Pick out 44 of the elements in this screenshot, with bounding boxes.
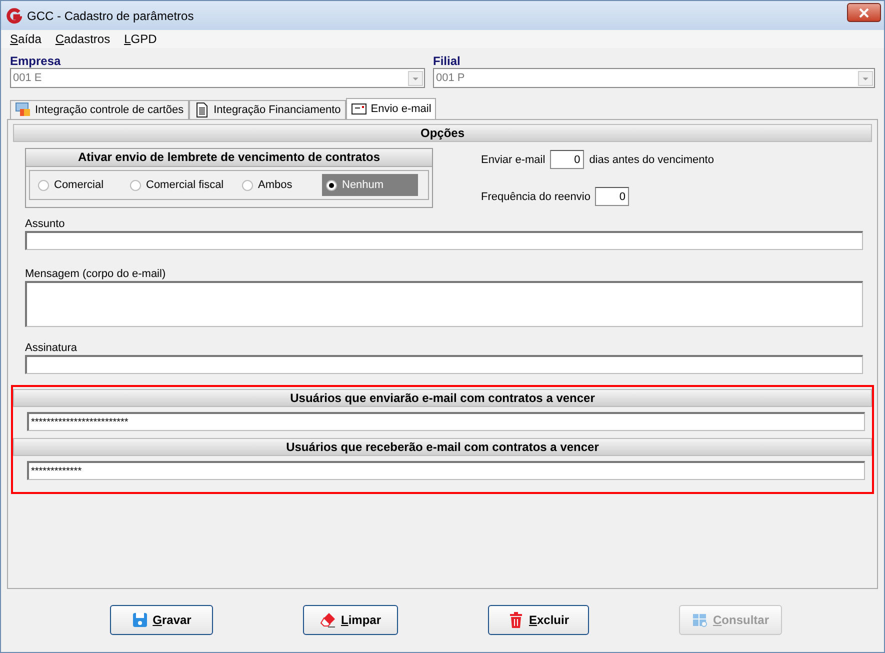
action-button[interactable]: Limpar xyxy=(303,605,398,635)
dropdown[interactable]: 001 P xyxy=(433,68,875,88)
table-search-icon xyxy=(692,612,708,628)
field-label: Filial xyxy=(433,54,462,68)
menu-item[interactable]: Saída xyxy=(10,32,42,46)
cards-icon xyxy=(15,102,31,118)
tab[interactable]: Envio e-mail xyxy=(346,98,436,119)
users-field[interactable]: ************* xyxy=(27,461,865,480)
radio-option[interactable]: Comercial fiscal xyxy=(126,174,238,196)
action-button[interactable]: Excluir xyxy=(488,605,589,635)
field-label: Mensagem (corpo do e-mail) xyxy=(25,268,167,280)
section-header: Usuários que receberão e-mail com contratos a vencer xyxy=(13,438,872,456)
days-field[interactable]: 0 xyxy=(550,150,584,169)
signature-field[interactable] xyxy=(25,355,863,374)
resend-field[interactable]: 0 xyxy=(595,187,630,206)
users-field[interactable]: ************************* xyxy=(27,412,865,431)
action-button[interactable]: Gravar xyxy=(110,605,213,635)
close-icon xyxy=(859,8,869,18)
menu-item[interactable]: Cadastros xyxy=(55,32,110,46)
envelope-icon xyxy=(350,101,367,117)
app-logo-icon xyxy=(6,8,22,24)
field-label: Assinatura xyxy=(25,342,78,354)
tab[interactable]: Integração Financiamento xyxy=(188,100,346,119)
close-button[interactable] xyxy=(847,3,881,22)
group-header: Ativar envio de lembrete de vencimento de contratos xyxy=(26,149,432,167)
eraser-icon xyxy=(320,612,336,628)
window-title: GCC - Cadastro de parâmetros xyxy=(27,8,195,22)
radio-option[interactable]: Nenhum xyxy=(322,174,418,196)
section-header: Opções xyxy=(13,124,872,142)
document-icon xyxy=(194,102,210,118)
field-label: Enviar e-mail xyxy=(481,154,546,166)
field-label: Empresa xyxy=(10,54,62,68)
dropdown[interactable]: 001 E xyxy=(10,68,425,88)
radio-option[interactable]: Comercial xyxy=(34,174,126,196)
field-label: Frequência do reenvio xyxy=(481,190,590,202)
tab[interactable]: Integração controle de cartões xyxy=(10,100,189,119)
radio-option[interactable]: Ambos xyxy=(238,174,322,196)
trash-icon xyxy=(508,612,524,628)
subject-field[interactable] xyxy=(25,231,863,250)
section-header: Usuários que enviarão e-mail com contratos a vencer xyxy=(13,389,872,407)
menu-item[interactable]: LGPD xyxy=(124,32,157,46)
field-suffix: dias antes do vencimento xyxy=(589,154,714,166)
field-label: Assunto xyxy=(25,218,66,230)
message-field[interactable] xyxy=(25,281,863,327)
